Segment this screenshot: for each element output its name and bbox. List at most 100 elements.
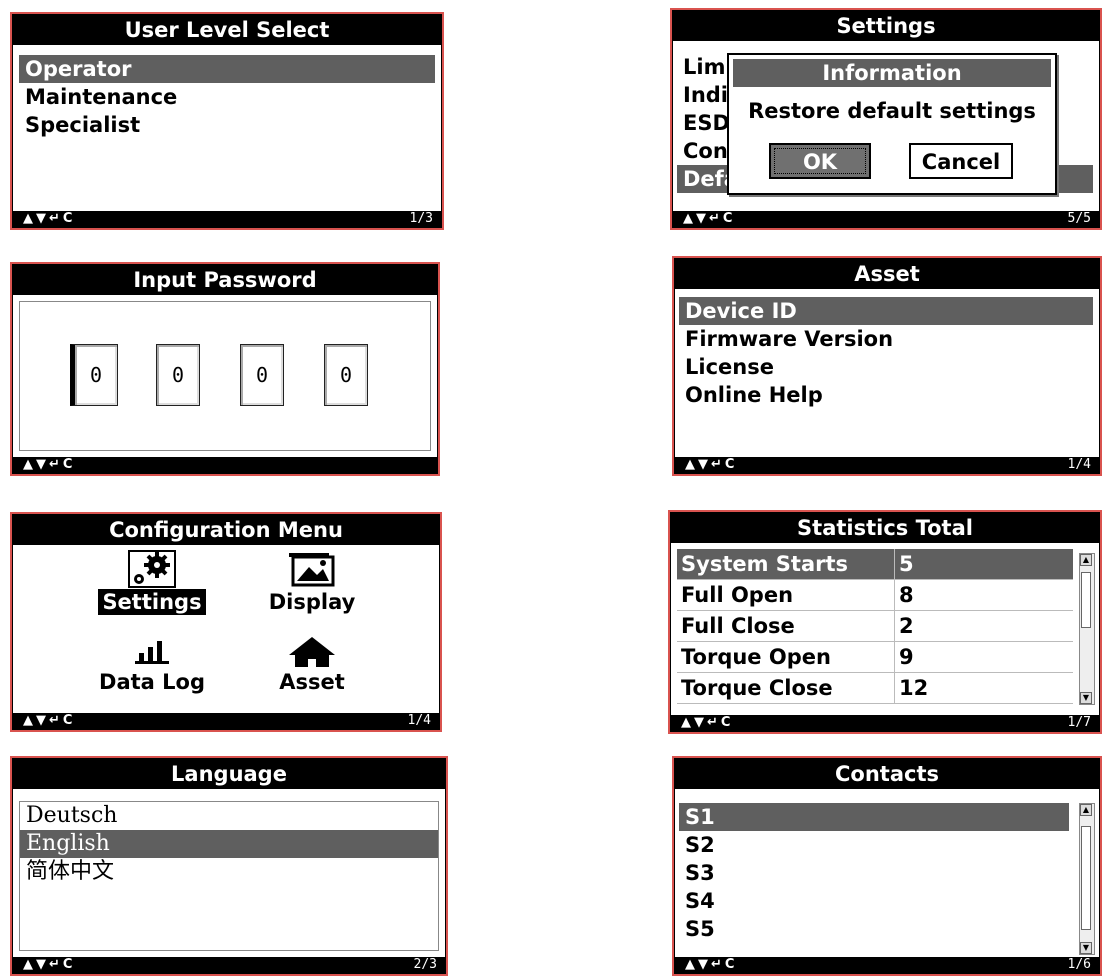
menu-label: Data Log <box>99 670 205 694</box>
scrollbar[interactable]: ▲ ▼ <box>1079 553 1095 705</box>
menu-item-display[interactable]: Display <box>237 549 387 615</box>
language-screen: Language Deutsch English 简体中文 ▲▼↵C 2/3 <box>10 756 448 976</box>
nav-keys: ▲▼↵C <box>23 957 76 972</box>
statistics-screen: Statistics Total System Starts 5 Full Open… <box>668 510 1102 734</box>
ok-button[interactable]: OK <box>769 143 871 179</box>
statistics-table: System Starts 5 Full Open 8 Full Close 2 Torqu… <box>677 549 1073 704</box>
image-icon <box>289 553 335 587</box>
scroll-down-icon[interactable]: ▼ <box>1080 942 1092 954</box>
nav-keys: ▲▼↵C <box>681 715 734 730</box>
screen-title: Contacts <box>675 759 1099 789</box>
nav-keys: ▲▼↵C <box>685 457 738 472</box>
scroll-down-icon[interactable]: ▼ <box>1080 692 1092 704</box>
footer-bar: ▲▼↵C 2/3 <box>13 957 445 973</box>
contact-item-s2[interactable]: S2 <box>679 831 1069 859</box>
settings-screen: Settings Limi Indi ESD Con Defa Informat… <box>670 8 1102 230</box>
menu-label: Asset <box>279 670 345 694</box>
nav-keys: ▲▼↵C <box>23 457 76 472</box>
screen-title: Configuration Menu <box>13 515 439 545</box>
stat-value: 9 <box>894 641 1073 673</box>
list-item-maintenance[interactable]: Maintenance <box>19 83 435 111</box>
menu-item-settings[interactable]: Settings <box>77 549 227 615</box>
password-digit-3[interactable]: 0 <box>240 344 284 406</box>
page-indicator: 1/4 <box>1067 457 1091 472</box>
bar-chart-icon <box>135 641 169 664</box>
password-digit-4[interactable]: 0 <box>324 344 368 406</box>
dialog-message: Restore default settings <box>748 99 1036 123</box>
screen-title: Language <box>13 759 445 789</box>
house-icon <box>289 637 335 667</box>
information-dialog: Information Restore default settings OK … <box>727 53 1057 195</box>
menu-label: Settings <box>98 589 206 615</box>
contact-item-s4[interactable]: S4 <box>679 887 1069 915</box>
page-indicator: 1/6 <box>1067 957 1091 972</box>
stat-name: Torque Close <box>677 672 895 704</box>
list-item-operator[interactable]: Operator <box>19 55 435 83</box>
scroll-up-icon[interactable]: ▲ <box>1080 804 1092 816</box>
page-indicator: 1/7 <box>1067 715 1091 730</box>
screen-title: Asset <box>675 259 1099 289</box>
password-digit-2[interactable]: 0 <box>156 344 200 406</box>
stat-name: Full Open <box>677 579 895 611</box>
asset-item-license[interactable]: License <box>679 353 1093 381</box>
screen-title: Statistics Total <box>671 513 1099 543</box>
page-indicator: 2/3 <box>413 957 437 972</box>
dialog-title: Information <box>733 59 1051 87</box>
footer-bar: ▲▼↵C 1/3 <box>13 211 441 227</box>
asset-screen: Asset Device ID Firmware Version License… <box>672 256 1102 476</box>
asset-item-device-id[interactable]: Device ID <box>679 297 1093 325</box>
stat-value: 2 <box>894 610 1073 642</box>
footer-bar: ▲▼↵C 5/5 <box>673 211 1099 227</box>
nav-keys: ▲▼↵C <box>23 713 76 728</box>
stat-value: 8 <box>894 579 1073 611</box>
stat-value: 12 <box>894 672 1073 704</box>
cancel-button[interactable]: Cancel <box>909 143 1013 179</box>
scroll-up-icon[interactable]: ▲ <box>1080 554 1092 566</box>
footer-bar: ▲▼↵C 1/4 <box>13 713 439 729</box>
language-item-chinese[interactable]: 简体中文 <box>20 858 438 886</box>
table-row[interactable]: Full Open 8 <box>677 579 1073 611</box>
stat-value: 5 <box>894 549 1073 580</box>
stat-name: Torque Open <box>677 641 895 673</box>
scroll-thumb[interactable] <box>1081 826 1091 930</box>
nav-keys: ▲▼↵C <box>685 957 738 972</box>
page-indicator: 1/4 <box>407 713 431 728</box>
configuration-menu-screen: Configuration Menu Settings Display Data… <box>10 512 442 732</box>
contact-item-s5[interactable]: S5 <box>679 915 1069 943</box>
table-row[interactable]: Full Close 2 <box>677 610 1073 642</box>
menu-item-data-log[interactable]: Data Log <box>77 635 227 695</box>
screen-title: Settings <box>673 11 1099 41</box>
footer-bar: ▲▼↵C 1/6 <box>675 957 1099 973</box>
menu-item-asset[interactable]: Asset <box>237 635 387 695</box>
asset-item-online-help[interactable]: Online Help <box>679 381 1093 409</box>
stat-name: Full Close <box>677 610 895 642</box>
password-entry-area: 0 0 0 0 <box>19 301 431 451</box>
footer-bar: ▲▼↵C 1/4 <box>675 457 1099 473</box>
table-row[interactable]: Torque Open 9 <box>677 641 1073 673</box>
scrollbar[interactable]: ▲ ▼ <box>1079 803 1095 955</box>
scroll-thumb[interactable] <box>1081 572 1091 628</box>
table-row[interactable]: Torque Close 12 <box>677 672 1073 704</box>
screen-title: User Level Select <box>13 15 441 45</box>
language-item-deutsch[interactable]: Deutsch <box>20 802 438 830</box>
contact-item-s3[interactable]: S3 <box>679 859 1069 887</box>
footer-bar: ▲▼↵C <box>13 457 437 473</box>
password-screen: Input Password 0 0 0 0 ▲▼↵C <box>10 262 440 476</box>
stat-name: System Starts <box>677 549 895 580</box>
asset-item-firmware-version[interactable]: Firmware Version <box>679 325 1093 353</box>
user-level-screen: User Level Select Operator Maintenance S… <box>10 12 444 230</box>
nav-keys: ▲▼↵C <box>683 211 736 226</box>
language-item-english[interactable]: English <box>20 830 438 858</box>
table-row[interactable]: System Starts 5 <box>677 549 1073 580</box>
screen-title: Input Password <box>13 265 437 295</box>
page-indicator: 1/3 <box>409 211 433 226</box>
nav-keys: ▲▼↵C <box>23 211 76 226</box>
contacts-screen: Contacts S1 S2 S3 S4 S5 ▲ ▼ ▲▼↵C 1/6 <box>672 756 1102 976</box>
gear-icon <box>128 550 176 588</box>
footer-bar: ▲▼↵C 1/7 <box>671 715 1099 731</box>
menu-label: Display <box>268 590 356 614</box>
password-digit-1[interactable]: 0 <box>70 344 118 406</box>
contact-item-s1[interactable]: S1 <box>679 803 1069 831</box>
page-indicator: 5/5 <box>1067 211 1091 226</box>
list-item-specialist[interactable]: Specialist <box>19 111 435 139</box>
